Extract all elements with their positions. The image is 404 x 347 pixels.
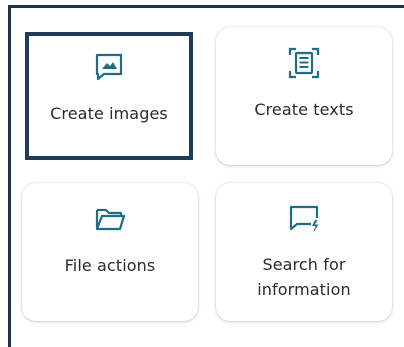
- folder-icon: [95, 208, 126, 231]
- search-information-label: Search for information: [257, 252, 350, 302]
- document-scan-icon: [288, 47, 320, 79]
- image-chat-icon: [95, 53, 123, 81]
- file-actions-card[interactable]: File actions: [22, 183, 198, 321]
- search-information-label-line2: information: [257, 280, 351, 299]
- chat-search-icon: [289, 205, 319, 233]
- frame-left-border: [8, 5, 11, 347]
- search-information-label-line1: Search for: [262, 255, 346, 274]
- create-texts-label: Create texts: [254, 100, 354, 119]
- file-actions-label: File actions: [64, 256, 156, 275]
- create-images-card[interactable]: Create images: [25, 32, 193, 160]
- frame-top-border: [8, 5, 404, 8]
- search-information-card[interactable]: Search for information: [216, 183, 392, 321]
- create-texts-card[interactable]: Create texts: [216, 27, 392, 165]
- create-images-label: Create images: [50, 104, 168, 123]
